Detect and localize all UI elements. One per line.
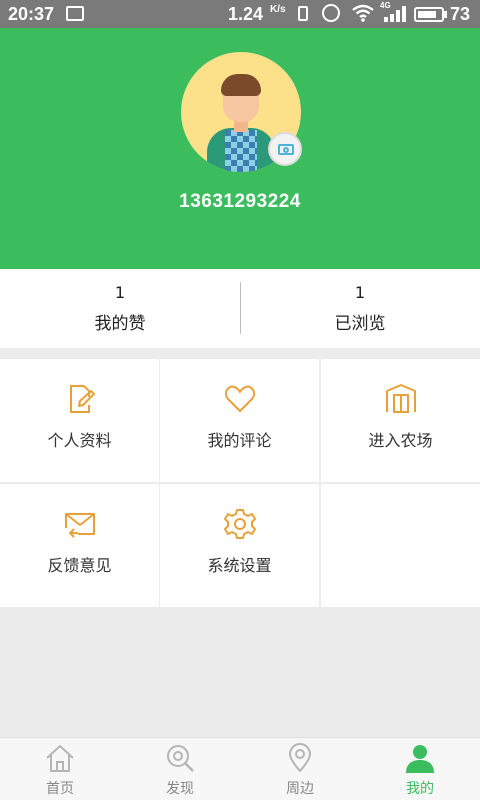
tab-label: 首页 (46, 781, 74, 797)
tab-discover[interactable]: 发现 (120, 738, 240, 800)
tab-label: 周边 (286, 781, 314, 797)
vibrate-icon (298, 6, 308, 21)
image-notification-icon (66, 6, 84, 21)
battery-tip (444, 11, 447, 18)
location-icon (289, 743, 311, 772)
home-icon (46, 745, 74, 772)
menu-my-comments[interactable]: 我的评论 (160, 359, 319, 482)
tab-nearby[interactable]: 周边 (240, 738, 360, 800)
camera-lens (283, 147, 289, 153)
tab-mine[interactable]: 我的 (360, 738, 480, 800)
network-speed-unit: K/s (270, 4, 286, 15)
battery-level: 73 (450, 4, 471, 24)
menu-label: 系统设置 (207, 556, 272, 575)
wifi-icon (351, 3, 375, 28)
menu-label: 反馈意见 (47, 556, 112, 575)
menu-settings[interactable]: 系统设置 (160, 484, 319, 607)
signal-icon (380, 6, 406, 22)
status-time: 20:37 (8, 4, 55, 24)
avatar-hair (221, 74, 261, 96)
menu-empty-cell (321, 484, 480, 607)
menu-label: 进入农场 (368, 431, 433, 450)
likes-label: 我的赞 (94, 314, 146, 334)
mail-icon (65, 513, 95, 538)
farm-door-icon (386, 384, 416, 413)
menu-feedback[interactable]: 反馈意见 (0, 484, 159, 607)
likes-count: 1 (114, 283, 126, 302)
tab-label: 我的 (406, 781, 434, 797)
network-speed: 1.24 (228, 4, 264, 24)
avatar-vest (225, 130, 257, 172)
viewed-stat[interactable]: 1 已浏览 (240, 269, 480, 348)
heart-icon (224, 385, 256, 412)
likes-stat[interactable]: 1 我的赞 (0, 269, 240, 348)
user-phone: 13631293224 (179, 191, 301, 212)
menu-label: 我的评论 (207, 431, 272, 450)
change-avatar-button[interactable] (268, 132, 302, 166)
viewed-label: 已浏览 (334, 314, 386, 334)
viewed-count: 1 (354, 283, 366, 302)
profile-header: 13631293224 (0, 28, 480, 269)
menu-label: 个人资料 (47, 431, 112, 450)
edit-icon (70, 385, 95, 413)
settings-icon (224, 509, 256, 539)
alarm-icon (322, 4, 340, 22)
discover-icon (167, 745, 194, 772)
stats-bar: 1 我的赞 1 已浏览 (0, 269, 480, 348)
menu-personal-info[interactable]: 个人资料 (0, 359, 159, 482)
tab-home[interactable]: 首页 (0, 738, 120, 800)
status-bar: 20:37 1.24 K/s 4G 73 (0, 0, 480, 28)
bottom-tab-bar: 首页 发现 周边 我的 (0, 737, 480, 800)
user-icon (406, 745, 434, 773)
menu-enter-farm[interactable]: 进入农场 (321, 359, 480, 482)
menu-grid: 个人资料 我的评论 进入农场 反馈意见 系统设置 (0, 359, 480, 609)
battery-icon (414, 7, 444, 22)
tab-label: 发现 (166, 781, 194, 797)
